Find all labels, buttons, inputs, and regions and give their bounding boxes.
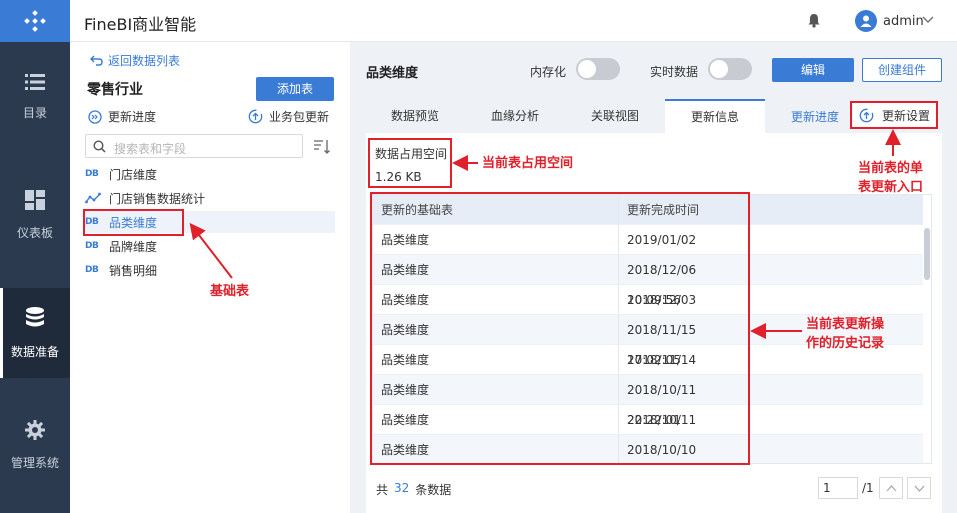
back-arrow-icon bbox=[90, 55, 103, 66]
analysis-table-icon bbox=[85, 192, 101, 204]
gear-icon bbox=[25, 419, 45, 440]
detail-title: 品类维度 bbox=[366, 66, 419, 81]
prev-page-button[interactable] bbox=[879, 477, 903, 499]
annotation-history-line1: 当前表更新操 bbox=[806, 317, 885, 332]
annotation-entry-line2: 表更新入口 bbox=[858, 180, 924, 195]
avatar[interactable] bbox=[855, 10, 877, 32]
nav-label-admin: 管理系统 bbox=[10, 455, 59, 470]
db-table-icon: DB bbox=[85, 241, 99, 251]
chevron-down-icon[interactable] bbox=[922, 13, 934, 25]
side-nav: 目录 仪表板 数据准备 管理系统 bbox=[0, 0, 70, 513]
progress-icon bbox=[88, 109, 102, 124]
page-total: /1 bbox=[862, 481, 874, 495]
user-icon bbox=[860, 15, 872, 27]
update-progress-label: 更新进度 bbox=[108, 110, 157, 124]
annotation-history-line2: 作的历史记录 bbox=[806, 336, 885, 351]
table-name: 门店维度 bbox=[109, 167, 158, 182]
table-list-panel: 返回数据列表 零售行业 添加表 更新进度 业务包更新 搜索表和字段 DB 门店维… bbox=[70, 42, 350, 513]
back-link-label: 返回数据列表 bbox=[108, 54, 181, 68]
update-progress-tab-link[interactable]: 更新进度 bbox=[791, 108, 839, 125]
nav-item-data-prep[interactable]: 数据准备 bbox=[0, 288, 70, 378]
create-component-button[interactable]: 创建组件 bbox=[862, 58, 942, 82]
search-input[interactable]: 搜索表和字段 bbox=[85, 134, 303, 158]
app-logo[interactable] bbox=[0, 0, 70, 42]
record-count-number: 32 bbox=[394, 481, 410, 495]
nav-item-admin[interactable]: 管理系统 bbox=[0, 400, 70, 490]
table-scrollbar[interactable] bbox=[924, 228, 930, 280]
realtime-label: 实时数据 bbox=[650, 65, 699, 79]
table-name: 门店销售数据统计 bbox=[109, 191, 206, 206]
sort-icon[interactable] bbox=[313, 138, 331, 156]
package-update-label: 业务包更新 bbox=[269, 110, 330, 124]
db-table-icon: DB bbox=[85, 265, 99, 275]
dashboard-icon bbox=[25, 189, 45, 210]
annotation-entry-line1: 当前表的单 bbox=[858, 161, 924, 176]
search-icon bbox=[93, 140, 106, 153]
memory-toggle[interactable] bbox=[576, 58, 620, 80]
package-update-button[interactable]: 业务包更新 bbox=[248, 108, 329, 125]
refresh-upload-icon bbox=[248, 109, 263, 124]
nav-item-catalog[interactable]: 目录 bbox=[0, 52, 70, 142]
annotation-box-space bbox=[368, 138, 452, 188]
table-item-store-sales[interactable]: 门店销售数据统计 bbox=[85, 187, 335, 209]
record-count-prefix: 共 bbox=[376, 483, 389, 497]
nav-item-dashboard[interactable]: 仪表板 bbox=[0, 170, 70, 260]
app-root: 目录 仪表板 数据准备 管理系统 FineBI商业智能 admin 返回数据列表… bbox=[0, 0, 957, 513]
top-bar: FineBI商业智能 admin bbox=[70, 0, 957, 42]
record-count-suffix: 条数据 bbox=[415, 483, 452, 497]
list-icon bbox=[25, 73, 45, 90]
back-link[interactable]: 返回数据列表 bbox=[90, 52, 180, 69]
table-item-brand-dim[interactable]: DB 品牌维度 bbox=[85, 235, 335, 257]
page-input[interactable]: 1 bbox=[818, 477, 858, 499]
realtime-toggle[interactable] bbox=[708, 58, 752, 80]
chevron-up-icon bbox=[886, 485, 897, 492]
annotation-base-table: 基础表 bbox=[210, 284, 250, 299]
table-item-sales-detail[interactable]: DB 销售明细 bbox=[85, 259, 335, 281]
bell-icon[interactable] bbox=[807, 13, 821, 28]
update-progress-link[interactable]: 更新进度 bbox=[88, 108, 156, 125]
tab-lineage[interactable]: 血缘分析 bbox=[466, 99, 564, 133]
database-icon bbox=[26, 306, 44, 326]
next-page-button[interactable] bbox=[907, 477, 931, 499]
table-name: 销售明细 bbox=[109, 263, 158, 278]
memory-label: 内存化 bbox=[530, 65, 567, 79]
tab-update-info[interactable]: 更新信息 bbox=[665, 99, 765, 133]
package-name: 零售行业 bbox=[87, 82, 143, 98]
nav-label-dashboard: 仪表板 bbox=[16, 225, 53, 240]
add-table-button[interactable]: 添加表 bbox=[256, 77, 334, 101]
annotation-box-update-settings bbox=[850, 101, 938, 129]
chevron-down-icon bbox=[914, 485, 925, 492]
annotation-box-base-table bbox=[83, 209, 184, 236]
search-placeholder: 搜索表和字段 bbox=[114, 142, 187, 156]
edit-button[interactable]: 编辑 bbox=[772, 58, 854, 82]
annotation-box-history bbox=[370, 192, 750, 465]
tab-relation-view[interactable]: 关联视图 bbox=[566, 99, 664, 133]
tab-data-preview[interactable]: 数据预览 bbox=[366, 99, 464, 133]
logo-icon bbox=[24, 10, 46, 32]
user-name[interactable]: admin bbox=[883, 14, 924, 29]
annotation-space: 当前表占用空间 bbox=[482, 156, 574, 171]
record-count: 共 32 条数据 bbox=[376, 481, 451, 498]
nav-label-catalog: 目录 bbox=[22, 105, 47, 120]
nav-label-data-prep: 数据准备 bbox=[10, 344, 59, 359]
table-name: 品牌维度 bbox=[109, 239, 158, 254]
db-table-icon: DB bbox=[85, 169, 99, 179]
app-title: FineBI商业智能 bbox=[84, 15, 197, 34]
table-item-store-dim[interactable]: DB 门店维度 bbox=[85, 163, 335, 185]
